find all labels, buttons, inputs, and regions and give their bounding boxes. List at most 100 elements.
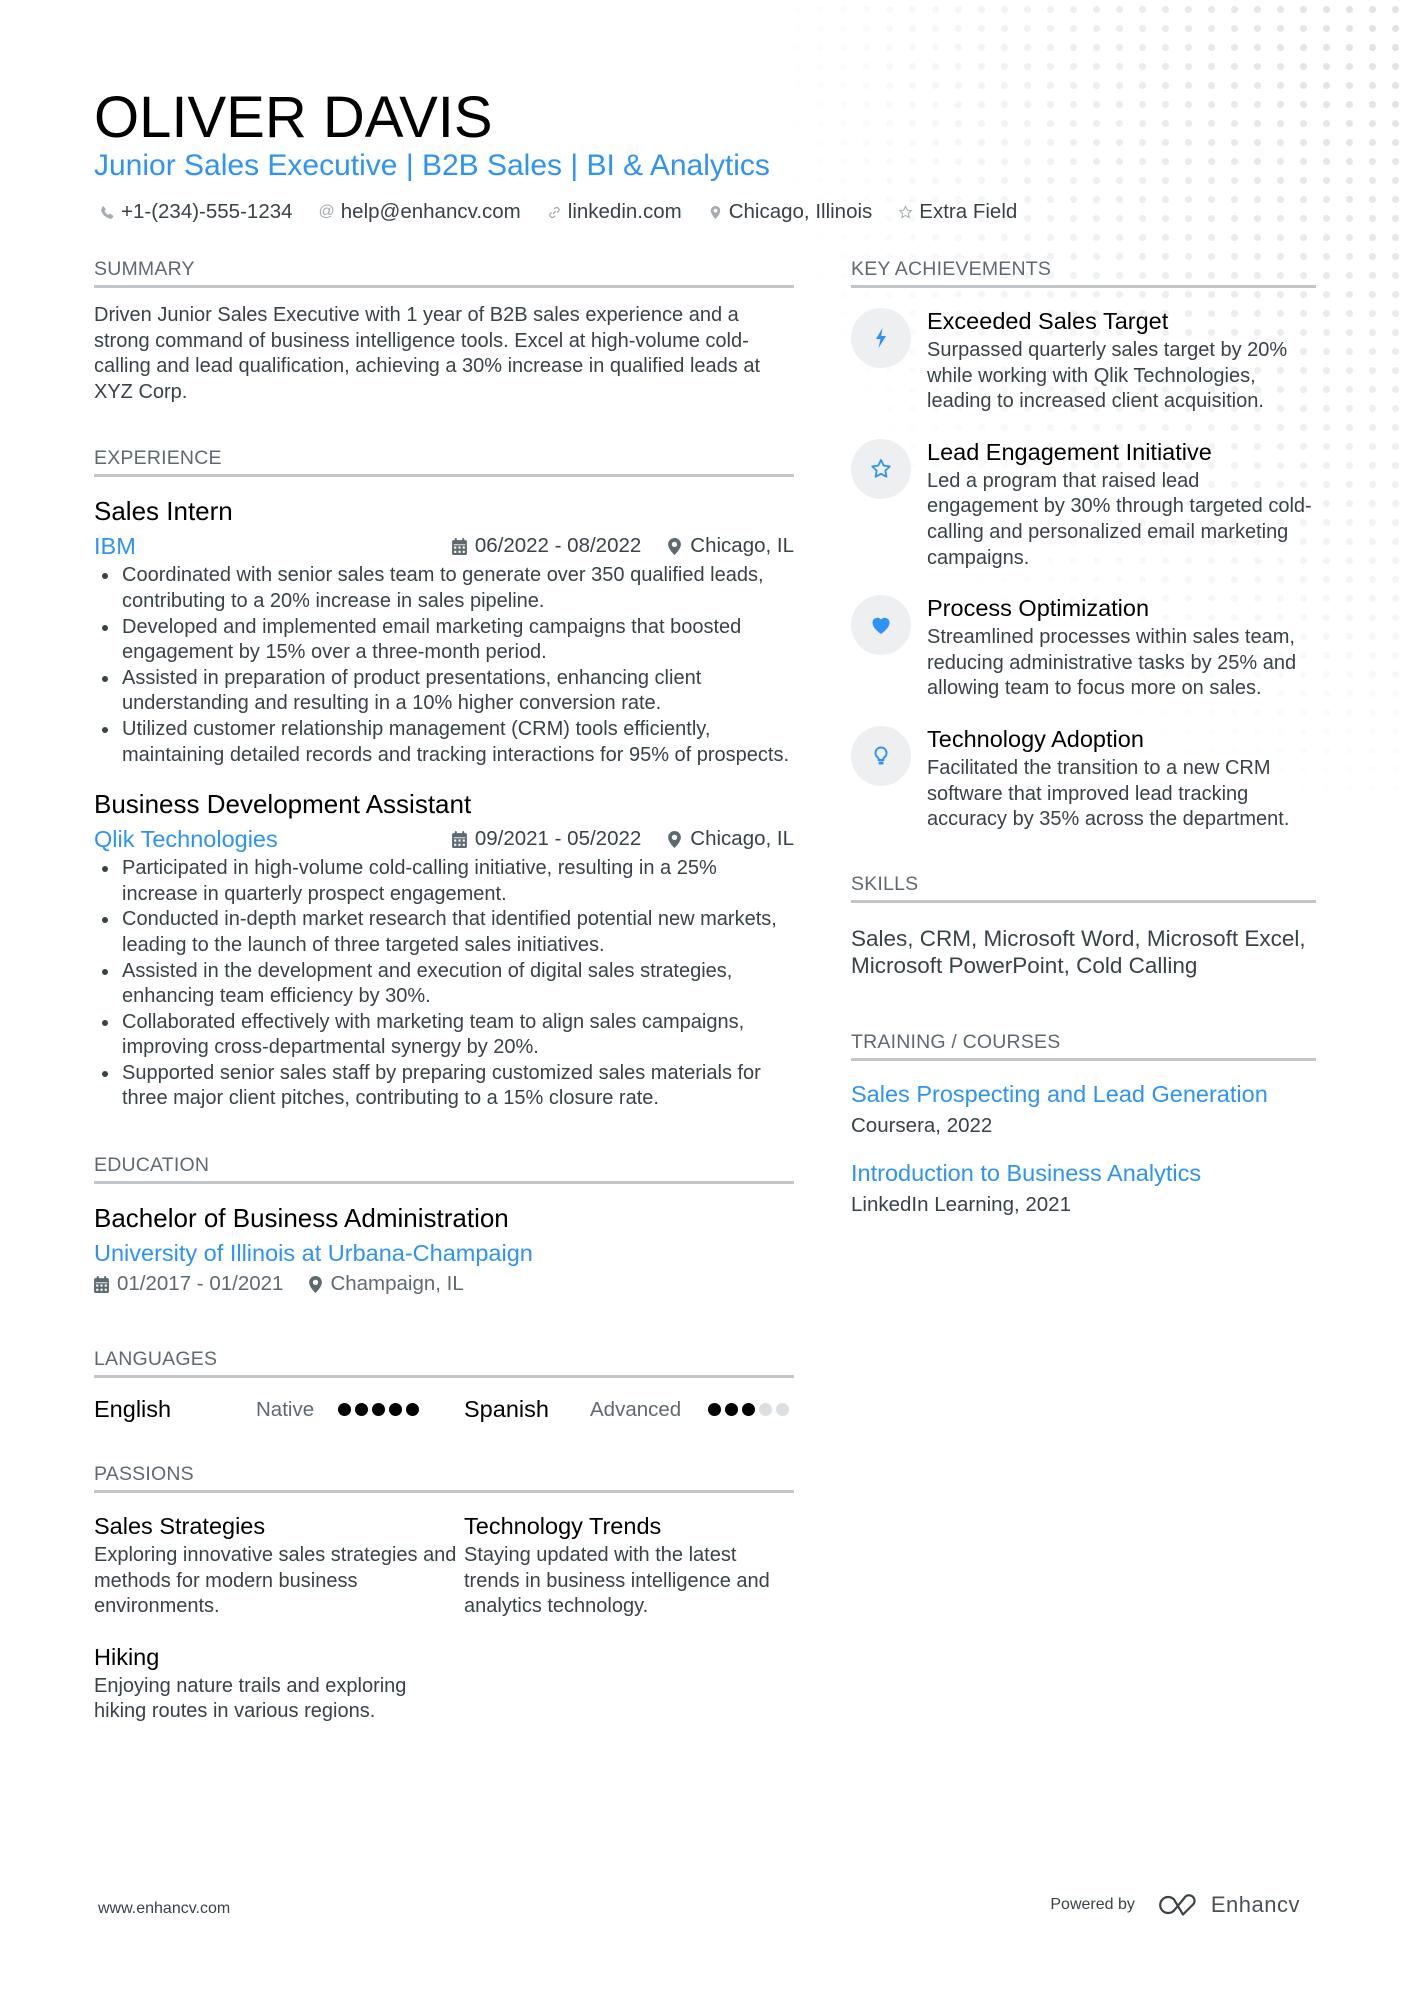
language-item: English Native	[94, 1396, 464, 1423]
company-name[interactable]: Qlik Technologies	[94, 824, 278, 854]
job-dates: 06/2022 - 08/2022	[451, 534, 642, 558]
contact-phone-text: +1-(234)-555-1234	[121, 200, 293, 223]
language-level: Native	[256, 1397, 315, 1421]
left-column: SUMMARY Driven Junior Sales Executive wi…	[94, 256, 794, 1725]
proficiency-dot-filled	[406, 1403, 419, 1417]
education-section: EDUCATION Bachelor of Business Administr…	[94, 1152, 794, 1296]
course-provider: LinkedIn Learning, 2021	[851, 1192, 1071, 1216]
proficiency-dots	[338, 1403, 419, 1417]
bullet-item: Assisted in the development and executio…	[102, 959, 794, 1010]
achievement-title: Lead Engagement Initiative	[927, 438, 1212, 465]
passion-title: Technology Trends	[464, 1513, 662, 1540]
bullet-item: Conducted in-depth market research that …	[102, 907, 794, 958]
achievement-desc: Facilitated the transition to a new CRM …	[927, 756, 1290, 831]
company-name[interactable]: IBM	[94, 531, 136, 561]
contact-linkedin[interactable]: linkedin.com	[547, 198, 682, 226]
star-icon	[898, 204, 913, 220]
phone-icon	[100, 205, 115, 220]
training-section: TRAINING / COURSES Sales Prospecting and…	[851, 1029, 1316, 1219]
lightbulb-icon	[851, 725, 911, 786]
proficiency-dot-filled	[725, 1403, 738, 1417]
enhancv-logo[interactable]: Enhancv	[1155, 1892, 1300, 1918]
job-location: Chicago, IL	[667, 827, 794, 851]
footer-website[interactable]: www.enhancv.com	[98, 1900, 230, 1918]
language-item: Spanish Advanced	[464, 1396, 794, 1423]
course-item: Sales Prospecting and Lead Generation Co…	[851, 1079, 1316, 1140]
job-dates-text: 06/2022 - 08/2022	[474, 534, 642, 558]
job-location-text: Chicago, IL	[690, 534, 794, 558]
achievement-item: Exceeded Sales Target Surpassed quarterl…	[851, 306, 1316, 415]
proficiency-dot-empty	[759, 1403, 772, 1417]
passions-section: PASSIONS Sales Strategies Exploring inno…	[94, 1461, 794, 1725]
section-heading: EXPERIENCE	[94, 445, 794, 478]
job-title: Sales Intern	[94, 496, 233, 527]
course-item: Introduction to Business Analytics Linke…	[851, 1158, 1316, 1219]
link-icon	[547, 205, 562, 220]
languages-section: LANGUAGES English Native Spanish Advance…	[94, 1346, 794, 1423]
passion-item: Hiking Enjoying nature trails and explor…	[94, 1642, 464, 1725]
achievement-title: Process Optimization	[927, 595, 1150, 622]
school-name[interactable]: University of Illinois at Urbana-Champai…	[94, 1238, 794, 1268]
bullet-item: Coordinated with senior sales team to ge…	[102, 563, 794, 614]
summary-text: Driven Junior Sales Executive with 1 yea…	[94, 304, 760, 403]
achievement-title: Technology Adoption	[927, 725, 1144, 752]
powered-by-label: Powered by	[1050, 1896, 1135, 1913]
job-bullets: Coordinated with senior sales team to ge…	[94, 563, 794, 768]
candidate-title: Junior Sales Executive | B2B Sales | BI …	[94, 149, 770, 182]
heart-icon	[851, 595, 911, 656]
job-entry: Sales Intern IBM 06/2022 - 08/2022 Chica…	[94, 495, 794, 768]
contact-location: Chicago, Illinois	[708, 198, 873, 226]
job-dates-text: 09/2021 - 05/2022	[474, 827, 642, 851]
language-name: Spanish	[464, 1396, 549, 1423]
bullet-item: Collaborated effectively with marketing …	[102, 1010, 794, 1061]
course-title[interactable]: Introduction to Business Analytics	[851, 1158, 1316, 1188]
brand-name: Enhancv	[1210, 1892, 1300, 1917]
job-title: Business Development Assistant	[94, 789, 472, 820]
language-name: English	[94, 1396, 172, 1423]
course-title[interactable]: Sales Prospecting and Lead Generation	[851, 1079, 1316, 1109]
proficiency-dot-filled	[372, 1403, 385, 1417]
passion-desc: Enjoying nature trails and exploring hik…	[94, 1674, 407, 1723]
at-icon: @	[318, 203, 335, 220]
enhancv-logo-icon	[1159, 1894, 1196, 1916]
edu-dates: 01/2017 - 01/2021	[94, 1272, 283, 1296]
star-icon	[851, 438, 911, 499]
course-provider: Coursera, 2022	[851, 1113, 993, 1137]
skills-section: SKILLS Sales, CRM, Microsoft Word, Micro…	[851, 871, 1316, 979]
section-heading: PASSIONS	[94, 1461, 794, 1494]
bullet-item: Supported senior sales staff by preparin…	[102, 1061, 794, 1112]
section-heading: LANGUAGES	[94, 1346, 794, 1379]
calendar-icon	[451, 537, 467, 555]
achievement-item: Lead Engagement Initiative Led a program…	[851, 437, 1316, 571]
proficiency-dot-empty	[776, 1403, 789, 1417]
summary-section: SUMMARY Driven Junior Sales Executive wi…	[94, 256, 794, 405]
contact-email[interactable]: @ help@enhancv.com	[319, 198, 521, 226]
language-level: Advanced	[590, 1397, 682, 1421]
bullet-item: Developed and implemented email marketin…	[102, 615, 794, 666]
section-heading: TRAINING / COURSES	[851, 1029, 1316, 1061]
proficiency-dot-filled	[708, 1403, 721, 1417]
achievement-desc: Led a program that raised lead engagemen…	[927, 469, 1312, 569]
contact-phone[interactable]: +1-(234)-555-1234	[100, 198, 293, 226]
achievement-item: Technology Adoption Facilitated the tran…	[851, 724, 1316, 833]
location-icon	[708, 205, 723, 220]
passion-title: Sales Strategies	[94, 1513, 266, 1540]
contact-bar: +1-(234)-555-1234 @ help@enhancv.com lin…	[100, 198, 1017, 226]
proficiency-dot-filled	[389, 1403, 402, 1417]
passion-item: Sales Strategies Exploring innovative sa…	[94, 1511, 464, 1620]
skills-list: Sales, CRM, Microsoft Word, Microsoft Ex…	[851, 925, 1306, 978]
degree: Bachelor of Business Administration	[94, 1203, 509, 1234]
achievement-item: Process Optimization Streamlined process…	[851, 593, 1316, 702]
proficiency-dot-filled	[742, 1403, 755, 1417]
job-dates: 09/2021 - 05/2022	[451, 827, 642, 851]
right-column: KEY ACHIEVEMENTS Exceeded Sales Target S…	[851, 256, 1316, 1219]
edu-dates-text: 01/2017 - 01/2021	[117, 1272, 284, 1296]
calendar-icon	[94, 1275, 109, 1293]
contact-location-text: Chicago, Illinois	[728, 200, 873, 223]
passion-desc: Exploring innovative sales strategies an…	[94, 1544, 457, 1618]
passion-title: Hiking	[94, 1643, 160, 1670]
edu-location-text: Champaign, IL	[330, 1272, 464, 1296]
bullet-item: Assisted in preparation of product prese…	[102, 666, 794, 717]
proficiency-dot-filled	[338, 1403, 351, 1417]
passion-item: Technology Trends Staying updated with t…	[464, 1511, 794, 1620]
